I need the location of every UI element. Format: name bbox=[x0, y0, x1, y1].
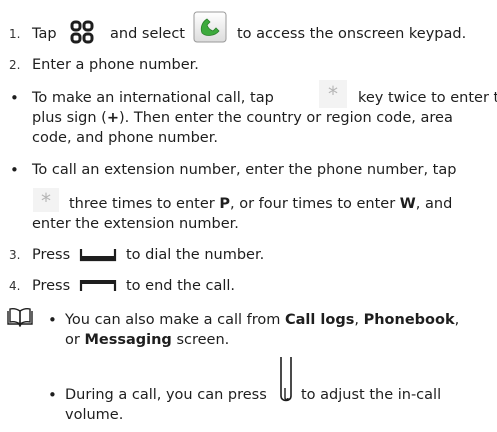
plus-sign: + bbox=[106, 110, 119, 126]
step-number: 3. bbox=[9, 248, 21, 262]
step-2-text: Enter a phone number. bbox=[32, 57, 199, 73]
star-key-icon: * bbox=[33, 188, 59, 213]
book-icon bbox=[7, 307, 33, 327]
bullet-dot: • bbox=[48, 386, 57, 404]
bullet-dot: • bbox=[48, 311, 57, 329]
step-number: 1. bbox=[9, 27, 21, 41]
intl-text-b: key twice to enter the bbox=[358, 90, 497, 106]
step-3-text-b: to dial the number. bbox=[126, 247, 265, 263]
bullet-dot: • bbox=[10, 161, 19, 179]
grid-icon bbox=[70, 20, 94, 44]
dial-key-icon bbox=[79, 249, 117, 262]
ext-text-e: enter the extension number. bbox=[32, 216, 239, 232]
note-2-text-a: During a call, you can press bbox=[65, 387, 267, 403]
bullet-dot: • bbox=[10, 89, 19, 107]
note-2-text-b: to adjust the in-call bbox=[301, 387, 442, 403]
note-2-text-c: volume. bbox=[65, 407, 124, 423]
step-number: 4. bbox=[9, 279, 21, 293]
volume-key-icon bbox=[280, 357, 292, 402]
phone-app-icon bbox=[193, 11, 227, 43]
step-3-text-a: Press bbox=[32, 247, 71, 263]
step-1-text-a: Tap bbox=[32, 26, 57, 42]
end-key-icon bbox=[79, 280, 117, 291]
step-4-text-b: to end the call. bbox=[126, 278, 236, 294]
ext-line-2: three times to enter P, or four times to… bbox=[69, 196, 453, 212]
ext-text-a: To call an extension number, enter the p… bbox=[32, 162, 457, 178]
step-4-text-a: Press bbox=[32, 278, 71, 294]
step-1-text-c: to access the onscreen keypad. bbox=[237, 26, 467, 42]
intl-text-e: code, and phone number. bbox=[32, 130, 218, 146]
intl-line-2: plus sign (+). Then enter the country or… bbox=[32, 110, 453, 126]
intl-text-a: To make an international call, tap bbox=[32, 90, 274, 106]
note-1-line-2: or Messaging screen. bbox=[65, 332, 230, 348]
step-1-text-b: and select bbox=[110, 26, 185, 42]
step-number: 2. bbox=[9, 58, 21, 72]
note-1-line-1: You can also make a call from Call logs,… bbox=[65, 312, 460, 328]
star-key-icon: * bbox=[319, 80, 347, 108]
